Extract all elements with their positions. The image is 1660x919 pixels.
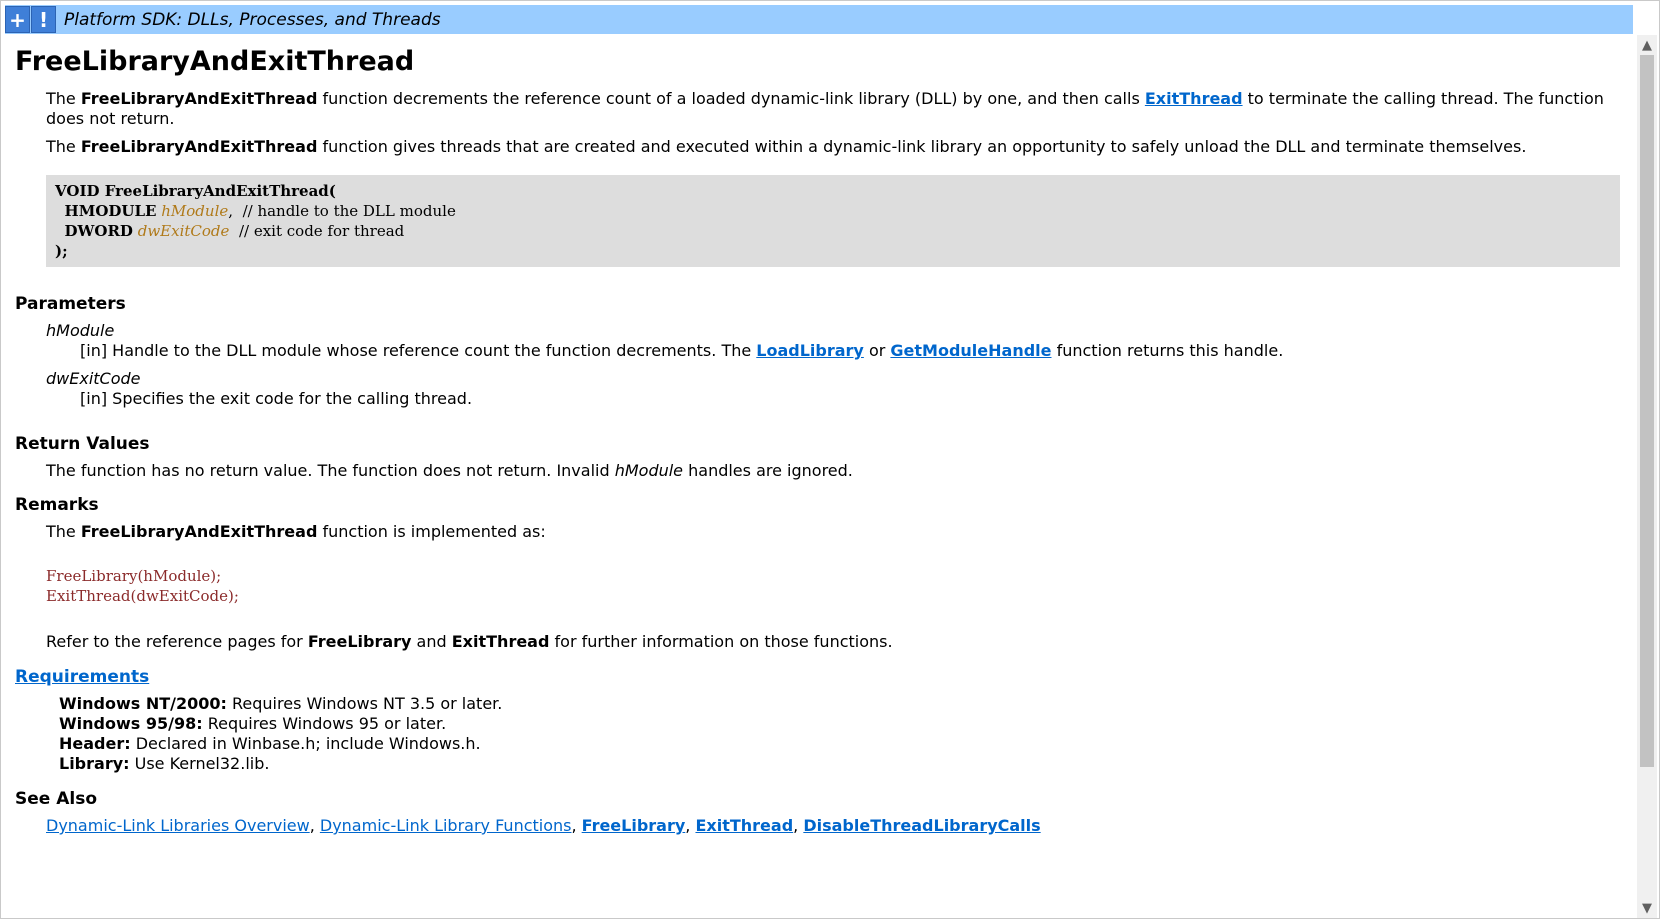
expand-icon[interactable]: +	[5, 6, 30, 33]
implementation-code: FreeLibrary(hModule); ExitThread(dwExitC…	[46, 567, 239, 605]
see-also-dll-functions-link[interactable]: Dynamic-Link Library Functions	[320, 816, 572, 835]
see-also-dll-overview-link[interactable]: Dynamic-Link Libraries Overview	[46, 816, 310, 835]
intro-paragraph-2: The FreeLibraryAndExitThread function gi…	[46, 137, 1527, 156]
req-header: Header: Declared in Winbase.h; include W…	[59, 734, 481, 753]
req-95: Windows 95/98: Requires Windows 95 or la…	[59, 714, 447, 733]
scrollbar-thumb[interactable]	[1640, 55, 1654, 767]
parameters-heading: Parameters	[15, 294, 126, 314]
see-also-freelibrary-link[interactable]: FreeLibrary	[582, 816, 686, 835]
refer-text: Refer to the reference pages for FreeLib…	[46, 632, 893, 651]
help-window: + ! Platform SDK: DLLs, Processes, and T…	[0, 0, 1660, 919]
scroll-down-icon[interactable]: ▼	[1637, 898, 1657, 918]
topic-section-title: Platform SDK: DLLs, Processes, and Threa…	[64, 9, 441, 30]
see-also-heading: See Also	[15, 789, 98, 809]
see-also-disablethreadlibrarycalls-link[interactable]: DisableThreadLibraryCalls	[803, 816, 1040, 835]
topic-content: FreeLibraryAndExitThread The FreeLibrary…	[15, 37, 1620, 836]
param-hmodule-name: hModule	[46, 321, 115, 340]
see-also-links: Dynamic-Link Libraries Overview, Dynamic…	[46, 816, 1041, 835]
getmodulehandle-link[interactable]: GetModuleHandle	[890, 341, 1051, 360]
intro-paragraph-1: The FreeLibraryAndExitThread function de…	[46, 89, 1604, 128]
loadlibrary-link[interactable]: LoadLibrary	[756, 341, 864, 360]
remarks-heading: Remarks	[15, 495, 99, 515]
remarks-text: The FreeLibraryAndExitThread function is…	[46, 522, 546, 541]
param-dwexitcode-desc: [in] Specifies the exit code for the cal…	[80, 389, 473, 408]
page-title: FreeLibraryAndExitThread	[15, 46, 415, 77]
alert-icon[interactable]: !	[31, 6, 56, 33]
vertical-scrollbar[interactable]: ▲ ▼	[1637, 35, 1657, 918]
syntax-block: VOID FreeLibraryAndExitThread( HMODULE h…	[46, 175, 1620, 267]
see-also-exitthread-link[interactable]: ExitThread	[695, 816, 793, 835]
req-nt: Windows NT/2000: Requires Windows NT 3.5…	[59, 694, 503, 713]
requirements-link[interactable]: Requirements	[15, 667, 149, 687]
param-dwexitcode-name: dwExitCode	[46, 369, 141, 388]
return-values-text: The function has no return value. The fu…	[46, 461, 853, 480]
param-hmodule-desc: [in] Handle to the DLL module whose refe…	[80, 341, 1284, 360]
exitthread-link[interactable]: ExitThread	[1145, 89, 1243, 108]
scroll-up-icon[interactable]: ▲	[1637, 35, 1657, 55]
return-values-heading: Return Values	[15, 434, 150, 454]
topic-header-bar: + ! Platform SDK: DLLs, Processes, and T…	[5, 5, 1633, 34]
req-library: Library: Use Kernel32.lib.	[59, 754, 270, 773]
